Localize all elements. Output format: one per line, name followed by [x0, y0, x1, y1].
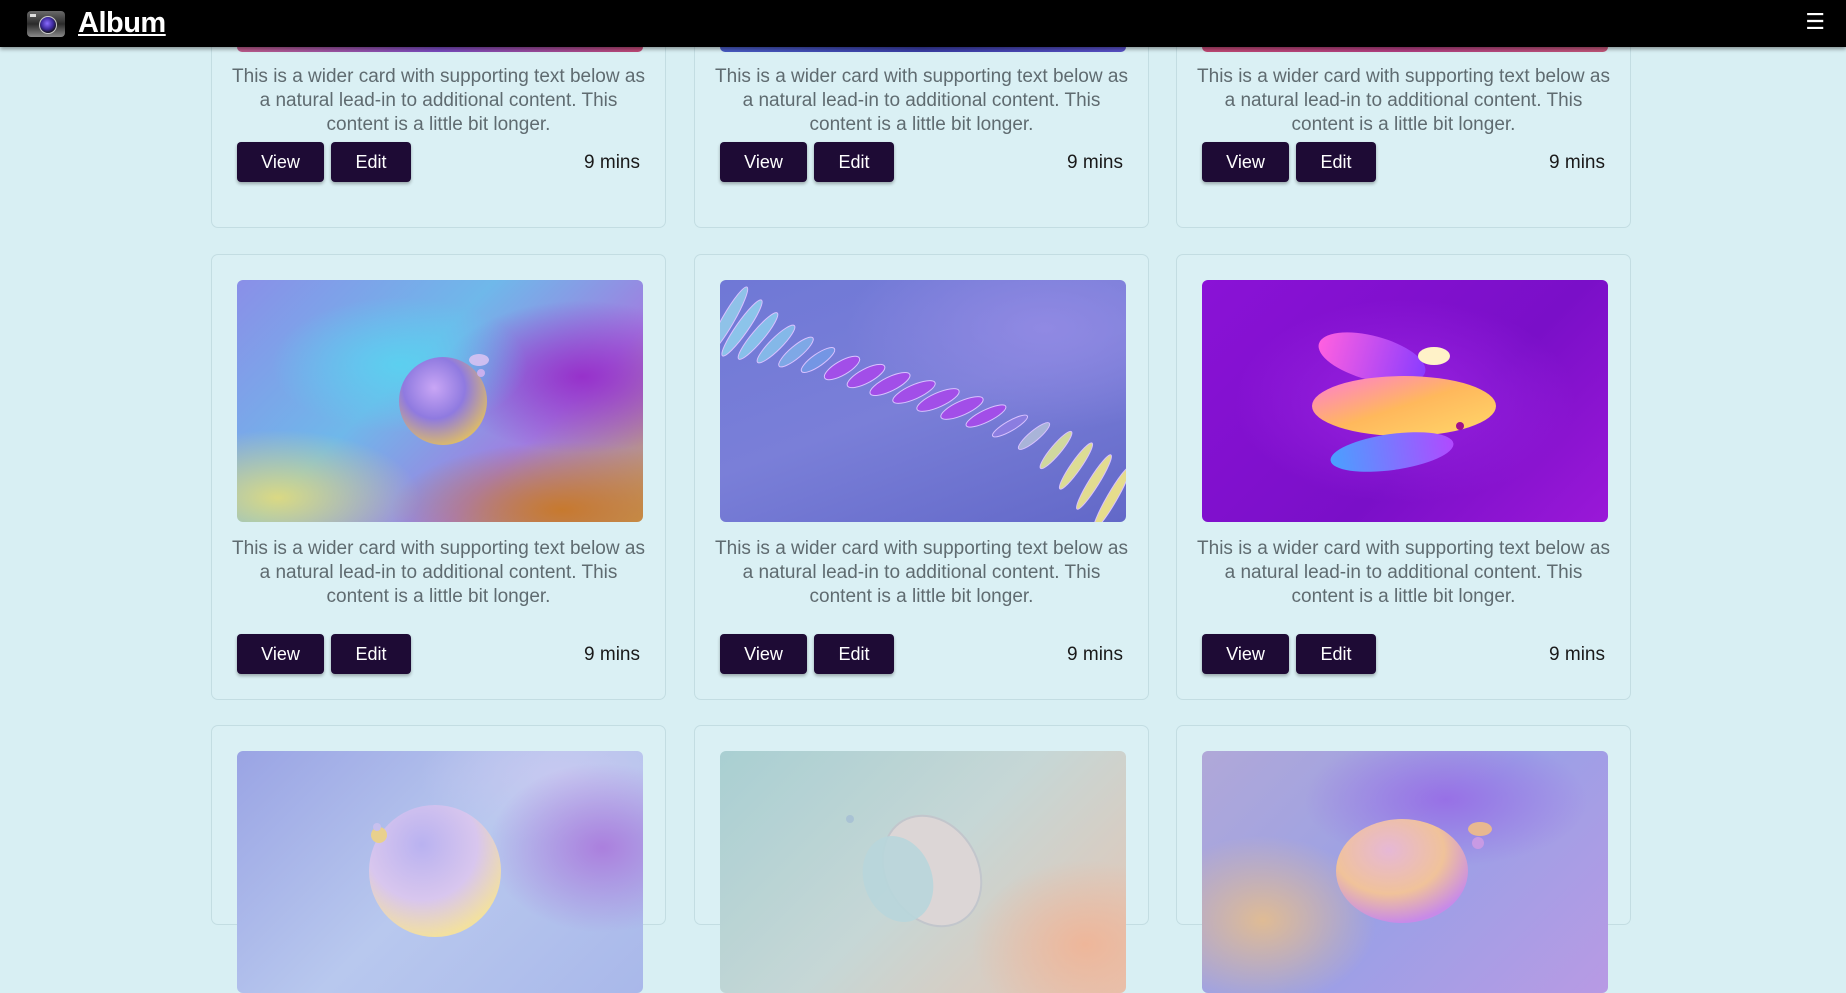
hamburger-menu-icon[interactable]: ☰ [1805, 10, 1825, 36]
card-time: 9 mins [1549, 152, 1605, 173]
view-button[interactable]: View [720, 142, 807, 182]
brand-link[interactable]: Album [27, 7, 166, 40]
view-button[interactable]: View [1202, 634, 1289, 674]
card-time: 9 mins [584, 644, 640, 665]
card-image-edge [237, 47, 643, 52]
spiral-art [720, 286, 1126, 522]
card-time: 9 mins [1067, 152, 1123, 173]
card-text: This is a wider card with supporting tex… [1197, 538, 1610, 607]
card-image [1202, 280, 1608, 522]
card-image [720, 751, 1126, 993]
card-text: This is a wider card with supporting tex… [715, 66, 1128, 135]
album-card [1176, 725, 1631, 993]
card-text: This is a wider card with supporting tex… [715, 538, 1128, 607]
camera-icon [27, 11, 65, 37]
edit-button[interactable]: Edit [814, 634, 894, 674]
edit-button[interactable]: Edit [814, 142, 894, 182]
album-card [694, 725, 1149, 993]
edit-button[interactable]: Edit [1296, 142, 1376, 182]
card-image [237, 751, 643, 993]
edit-button[interactable]: Edit [1296, 634, 1376, 674]
discs-art [1312, 332, 1496, 472]
card-image [1202, 751, 1608, 993]
camera-flash [30, 14, 36, 17]
album-card [211, 725, 666, 993]
view-button[interactable]: View [237, 142, 324, 182]
card-image [237, 280, 643, 522]
album-card: This is a wider card with supporting tex… [1176, 254, 1631, 700]
card-image [720, 280, 1126, 522]
card-text: This is a wider card with supporting tex… [1197, 66, 1610, 135]
card-time: 9 mins [584, 152, 640, 173]
album-card: This is a wider card with supporting tex… [694, 254, 1149, 700]
camera-lens [39, 16, 57, 34]
album-card: This is a wider card with supporting tex… [211, 254, 666, 700]
brand-title: Album [78, 7, 166, 39]
card-image-edge [720, 47, 1126, 52]
edit-button[interactable]: Edit [331, 634, 411, 674]
card-text: This is a wider card with supporting tex… [232, 66, 645, 135]
view-button[interactable]: View [1202, 142, 1289, 182]
edit-button[interactable]: Edit [331, 142, 411, 182]
view-button[interactable]: View [720, 634, 807, 674]
view-button[interactable]: View [237, 634, 324, 674]
navbar: Album ☰ [0, 0, 1846, 47]
card-text: This is a wider card with supporting tex… [232, 538, 645, 607]
card-time: 9 mins [1067, 644, 1123, 665]
card-image-edge [1202, 47, 1608, 52]
card-time: 9 mins [1549, 644, 1605, 665]
